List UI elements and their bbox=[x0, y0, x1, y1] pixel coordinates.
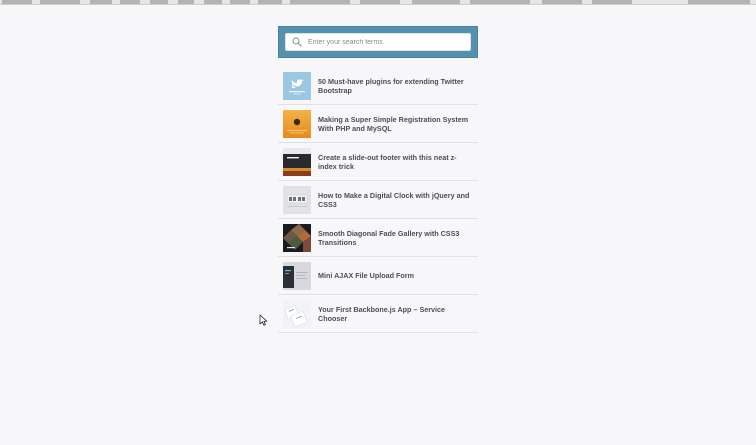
backbone-thumb[interactable] bbox=[283, 299, 311, 328]
upload-thumb[interactable] bbox=[283, 261, 311, 290]
result-title[interactable]: Making a Super Simple Registration Syste… bbox=[318, 115, 478, 133]
results-list: 50 Must-have plugins for extending Twitt… bbox=[278, 67, 478, 333]
mouse-pointer-icon bbox=[259, 314, 268, 326]
result-item[interactable]: Smooth Diagonal Fade Gallery with CSS3 T… bbox=[278, 219, 478, 257]
result-title[interactable]: Smooth Diagonal Fade Gallery with CSS3 T… bbox=[318, 229, 478, 247]
result-item[interactable]: Your First Backbone.js App – Service Cho… bbox=[278, 295, 478, 333]
search-icon bbox=[292, 37, 302, 47]
result-item[interactable]: Mini AJAX File Upload Form bbox=[278, 257, 478, 295]
search-field[interactable] bbox=[285, 33, 471, 51]
search-input[interactable] bbox=[308, 34, 470, 50]
result-title[interactable]: 50 Must-have plugins for extending Twitt… bbox=[318, 77, 478, 95]
search-form bbox=[278, 26, 478, 58]
twitter-bird-icon[interactable] bbox=[283, 71, 311, 100]
result-item[interactable]: How to Make a Digital Clock with jQuery … bbox=[278, 181, 478, 219]
result-title[interactable]: Your First Backbone.js App – Service Cho… bbox=[318, 305, 478, 323]
bookmarks-bar bbox=[0, 0, 756, 5]
result-item[interactable]: Create a slide-out footer with this neat… bbox=[278, 143, 478, 181]
clock-thumb[interactable] bbox=[283, 185, 311, 214]
result-title[interactable]: How to Make a Digital Clock with jQuery … bbox=[318, 191, 478, 209]
result-item[interactable]: 50 Must-have plugins for extending Twitt… bbox=[278, 67, 478, 105]
result-title[interactable]: Create a slide-out footer with this neat… bbox=[318, 153, 478, 171]
result-item[interactable]: Making a Super Simple Registration Syste… bbox=[278, 105, 478, 143]
footer-thumb[interactable] bbox=[283, 147, 311, 176]
result-title[interactable]: Mini AJAX File Upload Form bbox=[318, 271, 420, 280]
gallery-thumb[interactable] bbox=[283, 223, 311, 252]
registration-thumb[interactable] bbox=[283, 109, 311, 138]
